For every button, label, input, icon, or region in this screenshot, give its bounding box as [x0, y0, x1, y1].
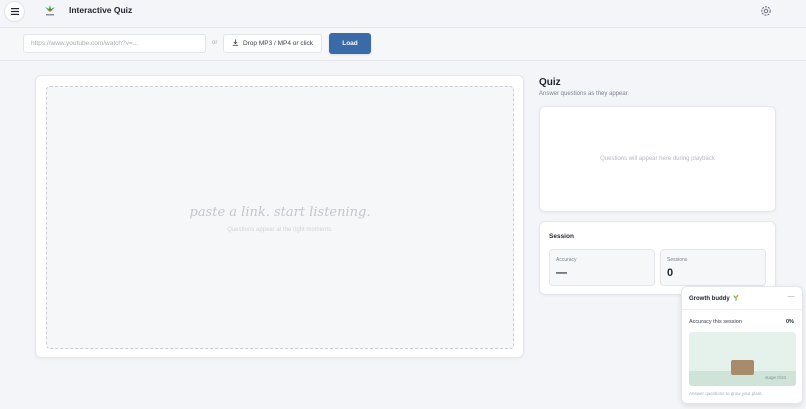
media-dropzone[interactable]: paste a link. start listening. Questions…: [46, 86, 514, 349]
or-separator: or: [212, 40, 218, 46]
growth-buddy-widget: Growth buddy — Accuracy this session 0% …: [681, 286, 803, 404]
gear-icon[interactable]: [759, 4, 773, 18]
quiz-empty-text: Questions will appear here during playba…: [600, 156, 715, 162]
file-drop-button[interactable]: Drop MP3 / MP4 or click: [223, 34, 322, 53]
plant-pot: [731, 360, 754, 375]
buddy-divider: [682, 309, 802, 310]
player-card: paste a link. start listening. Questions…: [35, 75, 524, 358]
plant-display: stage 0/10: [689, 332, 796, 386]
quiz-title: Quiz: [539, 77, 561, 88]
accuracy-stat: Accuracy —: [549, 249, 655, 286]
accuracy-stat-label: Accuracy: [556, 257, 577, 263]
sessions-stat-label: Sessions: [667, 257, 688, 263]
player-placeholder-subtitle: Questions appear at the right moments.: [227, 227, 333, 233]
quiz-question-card: Questions will appear here during playba…: [539, 106, 776, 212]
buddy-hint-text: Answer questions to grow your plant.: [689, 391, 763, 396]
session-title: Session: [549, 233, 574, 240]
plant-stage-label: stage 0/10: [765, 375, 787, 380]
growth-buddy-title: Growth buddy: [689, 295, 730, 302]
seedling-icon: [733, 294, 739, 303]
download-icon: [232, 39, 239, 48]
top-bar: Interactive Quiz: [0, 0, 806, 24]
hamburger-menu-icon[interactable]: [5, 2, 24, 21]
load-button[interactable]: Load: [329, 33, 371, 54]
url-input[interactable]: [23, 34, 206, 53]
accuracy-stat-value: —: [556, 267, 567, 279]
player-placeholder-title: paste a link. start listening.: [189, 205, 371, 220]
session-card: Session Accuracy — Sessions 0: [539, 221, 776, 295]
app-title: Interactive Quiz: [69, 5, 133, 15]
minimize-button[interactable]: —: [786, 292, 796, 302]
file-drop-label: Drop MP3 / MP4 or click: [242, 40, 314, 47]
sessions-stat: Sessions 0: [660, 249, 766, 286]
buddy-accuracy-value: 0%: [786, 319, 794, 325]
quiz-subtitle: Answer questions as they appear.: [539, 91, 630, 97]
growth-buddy-title-row: Growth buddy: [689, 294, 739, 303]
buddy-accuracy-label: Accuracy this session: [689, 319, 742, 325]
load-bar: or Drop MP3 / MP4 or click Load: [0, 27, 806, 61]
sessions-stat-value: 0: [667, 267, 674, 279]
plant-logo-icon: [42, 3, 58, 19]
